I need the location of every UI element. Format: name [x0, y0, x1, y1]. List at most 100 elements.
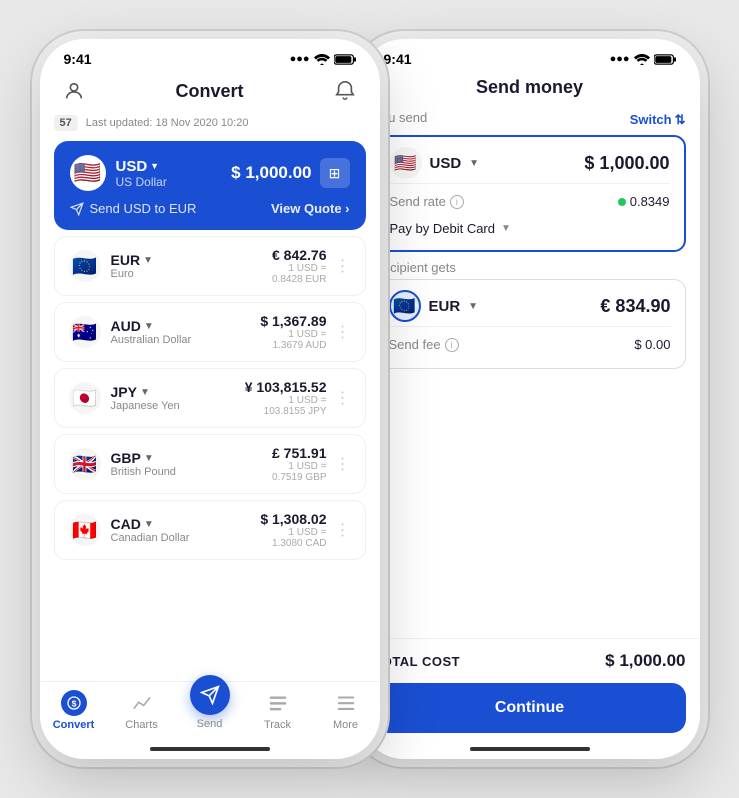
- svg-text:$: $: [71, 698, 76, 708]
- continue-button[interactable]: Continue: [374, 683, 686, 733]
- aud-rate: 1 USD =1.3679 AUD: [260, 329, 326, 351]
- gbp-dropdown: ▼: [144, 453, 154, 464]
- switch-button[interactable]: Switch ⇅: [630, 112, 686, 128]
- jpy-menu-icon[interactable]: ⋮: [335, 388, 351, 408]
- jpy-rate: 1 USD =103.8155 JPY: [245, 395, 327, 417]
- send-rate-value: 0.8349: [618, 194, 670, 209]
- send-rate-info-icon: i: [450, 195, 464, 209]
- pay-method-row[interactable]: Pay by Debit Card ▼: [390, 215, 670, 240]
- you-send-header: You send Switch ⇅: [374, 108, 686, 131]
- send-quote-row: Send USD to EUR View Quote ›: [70, 201, 350, 216]
- total-cost-label: TOTAL COST: [374, 654, 461, 669]
- aud-menu-icon[interactable]: ⋮: [335, 322, 351, 342]
- status-bar-left: 9:41 ●●●: [40, 39, 380, 73]
- aud-name: Australian Dollar: [111, 334, 192, 346]
- last-updated-bar: 57 Last updated: 18 Nov 2020 10:20: [54, 115, 366, 131]
- wifi-icon: [314, 53, 330, 65]
- selected-currency-amount: $ 1,000.00: [231, 163, 311, 183]
- tab-convert[interactable]: $ Convert: [49, 690, 99, 731]
- currency-row-cad[interactable]: 🇨🇦 CAD ▼ Canadian Dollar $ 1,308.02: [54, 500, 366, 560]
- recipient-amount: € 834.90: [600, 296, 670, 317]
- last-updated-text: Last updated: 18 Nov 2020 10:20: [86, 117, 249, 129]
- nav-header-right: Send money: [360, 73, 700, 108]
- send-fee-row: Send fee i $ 0.00: [389, 331, 671, 358]
- currency-row-eur[interactable]: 🇪🇺 EUR ▼ Euro € 842.76 1 USD =0.8: [54, 236, 366, 296]
- currency-row-jpy[interactable]: 🇯🇵 JPY ▼ Japanese Yen ¥ 103,815.52: [54, 368, 366, 428]
- cad-code: CAD: [111, 516, 141, 532]
- bell-icon[interactable]: [331, 77, 359, 105]
- wifi-icon-r: [634, 53, 650, 65]
- jpy-name: Japanese Yen: [111, 400, 180, 412]
- send-usd-dropdown: ▼: [469, 158, 479, 169]
- currency-list: 🇪🇺 EUR ▼ Euro € 842.76 1 USD =0.8: [54, 236, 366, 560]
- update-badge: 57: [54, 115, 78, 131]
- screen-content-right: You send Switch ⇅ 🇺🇸 USD ▼ $ 1,000.00: [360, 108, 700, 638]
- aud-code: AUD: [111, 318, 141, 334]
- eur-flag: 🇪🇺: [69, 250, 101, 282]
- view-quote-btn[interactable]: View Quote ›: [271, 201, 350, 216]
- jpy-dropdown: ▼: [140, 387, 150, 398]
- nav-header-left: Convert: [40, 73, 380, 115]
- cad-name: Canadian Dollar: [111, 532, 190, 544]
- eur-amount: € 842.76: [272, 247, 327, 263]
- send-card-divider: [390, 183, 670, 184]
- convert-tab-icon: $: [61, 690, 87, 716]
- eur-rate: 1 USD =0.8428 EUR: [272, 263, 327, 285]
- send-currency-selector[interactable]: 🇺🇸 USD ▼: [390, 147, 480, 179]
- send-fee-value: $ 0.00: [634, 337, 670, 352]
- send-label[interactable]: Send USD to EUR: [70, 201, 197, 216]
- recipient-eur-flag: 🇪🇺: [389, 290, 421, 322]
- gbp-flag: 🇬🇧: [69, 448, 101, 480]
- fee-info-icon: i: [445, 338, 459, 352]
- tab-track[interactable]: Track: [253, 690, 303, 731]
- selected-currency-card[interactable]: 🇺🇸 USD ▼ US Dollar $ 1,000.00 ⊞: [54, 141, 366, 230]
- tab-more[interactable]: More: [321, 690, 371, 731]
- switch-arrows-icon: ⇅: [675, 112, 686, 128]
- status-icons-right: ●●●: [610, 53, 676, 65]
- cad-menu-icon[interactable]: ⋮: [335, 520, 351, 540]
- dropdown-arrow-usd: ▼: [150, 161, 159, 171]
- send-usd-flag: 🇺🇸: [390, 147, 422, 179]
- convert-tab-label: Convert: [53, 719, 95, 731]
- aud-amount: $ 1,367.89: [260, 313, 326, 329]
- recipient-currency-selector[interactable]: 🇪🇺 EUR ▼: [389, 290, 479, 322]
- send-rate-label: Send rate i: [390, 194, 464, 209]
- gbp-amount: £ 751.91: [272, 445, 327, 461]
- you-send-card: 🇺🇸 USD ▼ $ 1,000.00 Send rate i 0.8349: [374, 135, 686, 252]
- more-tab-icon: [333, 690, 359, 716]
- tab-send[interactable]: Send: [185, 691, 235, 730]
- eur-name: Euro: [111, 268, 153, 280]
- selected-currency-name: US Dollar: [116, 175, 167, 189]
- eur-dropdown: ▼: [143, 255, 153, 266]
- total-cost-row: TOTAL COST $ 1,000.00: [360, 638, 700, 683]
- tab-charts[interactable]: Charts: [117, 690, 167, 731]
- recipient-card: 🇪🇺 EUR ▼ € 834.90 Send fee i $ 0.00: [374, 279, 686, 369]
- more-tab-label: More: [333, 719, 358, 731]
- gbp-name: British Pound: [111, 466, 176, 478]
- signal-icon-r: ●●●: [610, 53, 630, 65]
- gbp-code: GBP: [111, 450, 141, 466]
- currency-row-gbp[interactable]: 🇬🇧 GBP ▼ British Pound £ 751.91 1: [54, 434, 366, 494]
- charts-tab-icon: [129, 690, 155, 716]
- calculator-icon[interactable]: ⊞: [320, 158, 350, 188]
- pay-method-label: Pay by Debit Card: [390, 221, 496, 236]
- selected-currency-code: USD ▼: [116, 158, 167, 175]
- gbp-menu-icon[interactable]: ⋮: [335, 454, 351, 474]
- cad-rate: 1 USD =1.3080 CAD: [260, 527, 326, 549]
- recipient-eur-dropdown: ▼: [468, 301, 478, 312]
- signal-icon: ●●●: [290, 53, 310, 65]
- send-fee-label: Send fee i: [389, 337, 459, 352]
- eur-code: EUR: [111, 252, 141, 268]
- time-left: 9:41: [64, 51, 92, 67]
- usd-flag: 🇺🇸: [70, 155, 106, 191]
- screen-content-left: 57 Last updated: 18 Nov 2020 10:20 🇺🇸 US…: [40, 115, 380, 681]
- status-icons-left: ●●●: [290, 53, 356, 65]
- eur-menu-icon[interactable]: ⋮: [335, 256, 351, 276]
- cad-amount: $ 1,308.02: [260, 511, 326, 527]
- person-icon[interactable]: [60, 77, 88, 105]
- time-right: 9:41: [384, 51, 412, 67]
- currency-row-aud[interactable]: 🇦🇺 AUD ▼ Australian Dollar $ 1,367.89: [54, 302, 366, 362]
- total-cost-value: $ 1,000.00: [605, 651, 685, 671]
- aud-flag: 🇦🇺: [69, 316, 101, 348]
- jpy-code: JPY: [111, 384, 137, 400]
